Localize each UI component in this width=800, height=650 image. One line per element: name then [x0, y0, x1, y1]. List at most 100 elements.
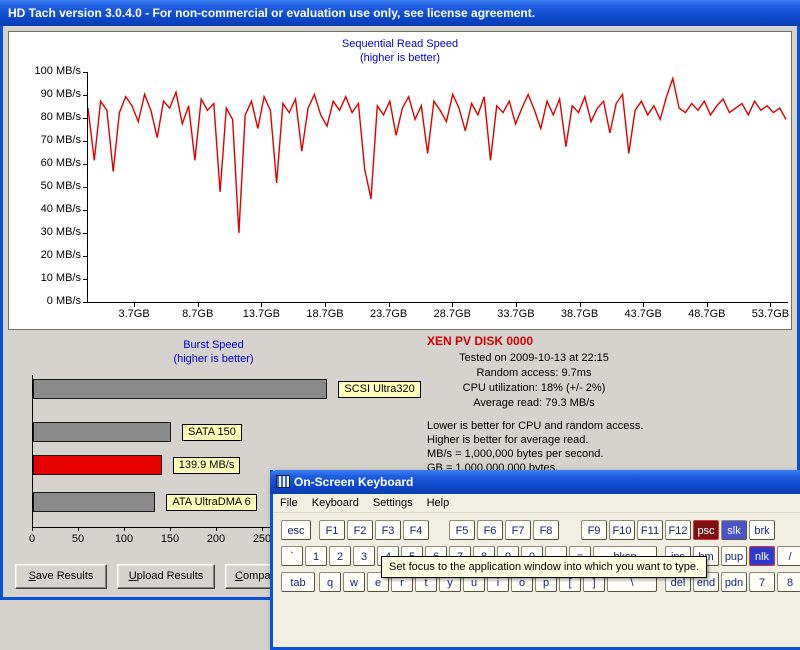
seq-chart-svg [88, 72, 788, 302]
key-q[interactable]: q [319, 572, 341, 592]
burst-bar-label: 139.9 MB/s [173, 457, 241, 474]
read-speed-line [88, 79, 786, 233]
info-note: Higher is better for average read. [427, 433, 643, 447]
burst-tick-label: 150 [155, 533, 185, 545]
y-axis-label: 20 MB/s [11, 249, 81, 261]
key-F1[interactable]: F1 [319, 520, 345, 540]
y-axis-label: 70 MB/s [11, 134, 81, 146]
x-tick [134, 303, 135, 307]
osk-title: On-Screen Keyboard [294, 470, 413, 494]
burst-tick-label: 50 [63, 533, 93, 545]
y-axis-label: 90 MB/s [11, 88, 81, 100]
y-axis-label: 40 MB/s [11, 203, 81, 215]
burst-chart-subtitle: (higher is better) [8, 353, 419, 365]
key-brk[interactable]: brk [749, 520, 775, 540]
key-/[interactable]: / [777, 546, 800, 566]
key-3[interactable]: 3 [353, 546, 375, 566]
info-note: MB/s = 1,000,000 bytes per second. [427, 447, 643, 461]
burst-tick [124, 527, 125, 531]
key-F12[interactable]: F12 [665, 520, 691, 540]
drive-name: XEN PV DISK 0000 [427, 334, 533, 348]
average-read: Average read: 79.3 MB/s [419, 396, 649, 411]
info-notes: Lower is better for CPU and random acces… [427, 419, 643, 475]
x-tick [707, 303, 708, 307]
osk-titlebar[interactable]: On-Screen Keyboard [270, 470, 800, 494]
x-tick [643, 303, 644, 307]
key-F6[interactable]: F6 [477, 520, 503, 540]
y-axis-label: 80 MB/s [11, 111, 81, 123]
key-nlk[interactable]: nlk [749, 546, 775, 566]
menu-settings[interactable]: Settings [366, 497, 420, 509]
test-date: Tested on 2009-10-13 at 22:15 [419, 351, 649, 366]
key-F2[interactable]: F2 [347, 520, 373, 540]
osk-menubar: File Keyboard Settings Help [273, 494, 800, 513]
x-axis-label: 33.7GB [492, 308, 540, 320]
x-tick [770, 303, 771, 307]
drive-stats: Tested on 2009-10-13 at 22:15 Random acc… [419, 351, 649, 411]
key-F4[interactable]: F4 [403, 520, 429, 540]
y-axis-label: 100 MB/s [11, 65, 81, 77]
key-F7[interactable]: F7 [505, 520, 531, 540]
key-pdn[interactable]: pdn [721, 572, 747, 592]
x-tick [516, 303, 517, 307]
key-F9[interactable]: F9 [581, 520, 607, 540]
key-F3[interactable]: F3 [375, 520, 401, 540]
key-F5[interactable]: F5 [449, 520, 475, 540]
hdtach-window: HD Tach version 3.0.4.0 - For non-commer… [0, 0, 800, 600]
random-access: Random access: 9.7ms [419, 366, 649, 381]
x-axis-label: 18.7GB [301, 308, 349, 320]
key-psc[interactable]: psc [693, 520, 719, 540]
x-tick [198, 303, 199, 307]
key-slk[interactable]: slk [721, 520, 747, 540]
x-axis-label: 53.7GB [746, 308, 794, 320]
burst-tick [216, 527, 217, 531]
key-pup[interactable]: pup [721, 546, 747, 566]
x-axis-label: 48.7GB [683, 308, 731, 320]
burst-tick-label: 100 [109, 533, 139, 545]
key-F11[interactable]: F11 [637, 520, 663, 540]
x-tick [261, 303, 262, 307]
app-title: HD Tach version 3.0.4.0 - For non-commer… [8, 6, 535, 20]
burst-tick-label: 0 [17, 533, 47, 545]
burst-tick [32, 527, 33, 531]
title-bar[interactable]: HD Tach version 3.0.4.0 - For non-commer… [0, 0, 800, 26]
key-w[interactable]: w [343, 572, 365, 592]
upload-results-button[interactable]: Upload Results [117, 564, 215, 589]
x-axis-label: 38.7GB [556, 308, 604, 320]
key-F10[interactable]: F10 [609, 520, 635, 540]
x-tick [580, 303, 581, 307]
y-axis-label: 0 MB/s [11, 295, 81, 307]
seq-chart-title: Sequential Read Speed [9, 38, 791, 50]
key-F8[interactable]: F8 [533, 520, 559, 540]
key-1[interactable]: 1 [305, 546, 327, 566]
burst-bar [33, 422, 171, 442]
menu-help[interactable]: Help [420, 497, 457, 509]
y-axis-label: 50 MB/s [11, 180, 81, 192]
info-note: Lower is better for CPU and random acces… [427, 419, 643, 433]
x-axis-label: 13.7GB [237, 308, 285, 320]
menu-keyboard[interactable]: Keyboard [305, 497, 366, 509]
x-axis-label: 3.7GB [110, 308, 158, 320]
burst-tick [170, 527, 171, 531]
burst-bar-label: SATA 150 [182, 424, 242, 441]
key-tab[interactable]: tab [281, 572, 315, 592]
save-results-button[interactable]: Save Results [15, 564, 107, 589]
y-axis-label: 30 MB/s [11, 226, 81, 238]
osk-tooltip: Set focus to the application window into… [381, 556, 707, 578]
x-tick [452, 303, 453, 307]
burst-tick-label: 200 [201, 533, 231, 545]
menu-file[interactable]: File [273, 497, 305, 509]
key-7[interactable]: 7 [749, 572, 775, 592]
key-`[interactable]: ` [281, 546, 303, 566]
burst-tick [262, 527, 263, 531]
burst-bar [33, 492, 155, 512]
burst-bar-label: ATA UltraDMA 6 [166, 494, 256, 511]
x-axis-label: 43.7GB [619, 308, 667, 320]
key-8[interactable]: 8 [777, 572, 800, 592]
cpu-utilization: CPU utilization: 18% (+/- 2%) [419, 381, 649, 396]
sequential-read-panel: Sequential Read Speed (higher is better)… [8, 31, 792, 330]
x-axis-label: 28.7GB [428, 308, 476, 320]
key-esc[interactable]: esc [281, 520, 311, 540]
key-2[interactable]: 2 [329, 546, 351, 566]
burst-bar [33, 379, 327, 399]
